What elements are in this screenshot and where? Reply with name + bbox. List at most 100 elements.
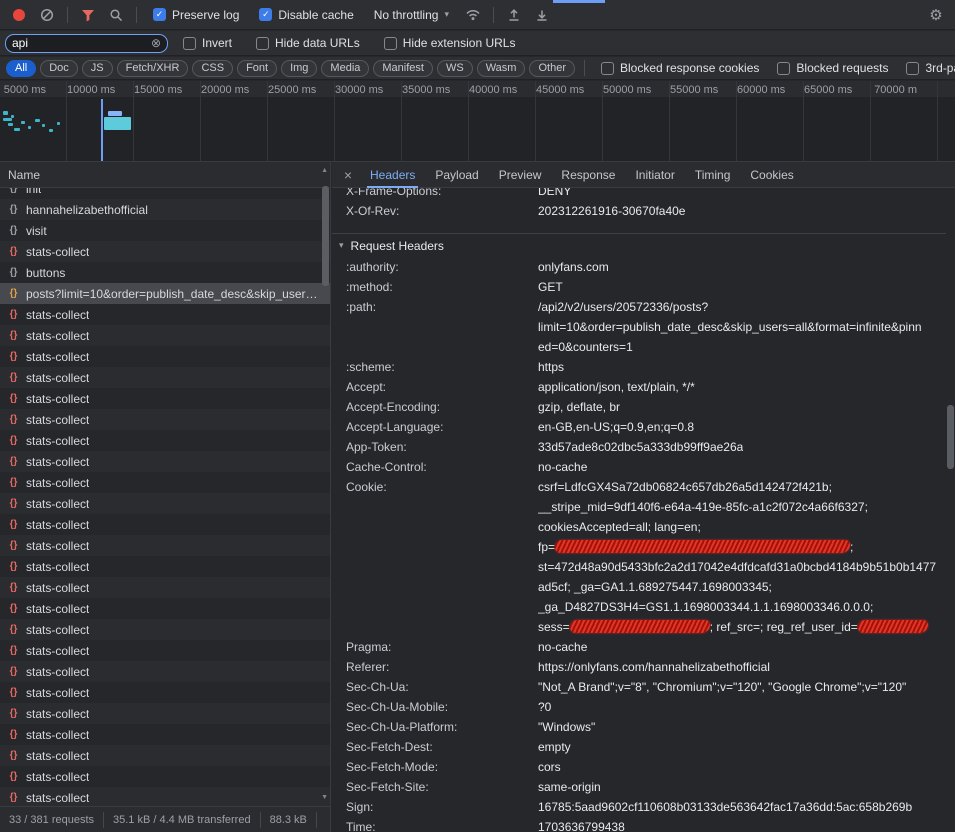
disable-cache-checkbox[interactable]: ✓ Disable cache [259, 8, 353, 22]
request-row[interactable]: {}init [0, 188, 330, 199]
request-name: stats-collect [26, 560, 89, 574]
request-row[interactable]: {}stats-collect [0, 619, 330, 640]
request-row[interactable]: {}hannahelizabethofficial [0, 199, 330, 220]
blocked-response-cookies-checkbox[interactable]: Blocked response cookies [601, 61, 759, 75]
tab-timing[interactable]: Timing [685, 162, 741, 188]
request-row[interactable]: {}stats-collect [0, 535, 330, 556]
tab-payload[interactable]: Payload [425, 162, 488, 188]
request-row[interactable]: {}stats-collect [0, 556, 330, 577]
scroll-down-arrow-icon[interactable]: ▼ [321, 794, 328, 801]
xhr-braces-icon: {} [7, 750, 20, 761]
record-icon [12, 8, 26, 22]
request-list-scrollbar-thumb[interactable] [322, 186, 329, 286]
request-row[interactable]: {}stats-collect [0, 325, 330, 346]
network-conditions-button[interactable] [460, 3, 486, 27]
filter-chip-doc[interactable]: Doc [40, 60, 78, 77]
export-har-button[interactable] [529, 3, 555, 27]
request-row[interactable]: {}stats-collect [0, 703, 330, 724]
close-details-button[interactable]: × [336, 167, 360, 183]
details-scrollbar-thumb[interactable] [947, 405, 954, 469]
request-name: stats-collect [26, 518, 89, 532]
xhr-braces-icon: {} [7, 414, 20, 425]
request-headers-section-header[interactable]: ▾Request Headers [332, 233, 946, 257]
header-value: gzip, deflate, br [538, 397, 620, 417]
filter-chip-media[interactable]: Media [321, 60, 369, 77]
tab-initiator[interactable]: Initiator [625, 162, 684, 188]
request-row[interactable]: {}stats-collect [0, 682, 330, 703]
hide-data-urls-checkbox[interactable]: Hide data URLs [256, 36, 360, 50]
hide-extension-urls-checkbox[interactable]: Hide extension URLs [384, 36, 516, 50]
network-overview-timeline[interactable]: 5000 ms10000 ms15000 ms20000 ms25000 ms3… [0, 81, 955, 162]
header-name: Sec-Fetch-Dest: [346, 737, 538, 757]
header-value: "Not_A Brand";v="8", "Chromium";v="120",… [538, 677, 906, 697]
preserve-log-checkbox[interactable]: ✓ Preserve log [153, 8, 239, 22]
filter-chip-manifest[interactable]: Manifest [373, 60, 433, 77]
filter-chip-css[interactable]: CSS [192, 60, 233, 77]
settings-button[interactable]: ⚙ [923, 3, 949, 27]
toolbar-divider [493, 7, 494, 23]
filter-toggle-button[interactable] [75, 3, 101, 27]
filter-chip-ws[interactable]: WS [437, 60, 473, 77]
header-name: :path: [346, 297, 538, 357]
request-row[interactable]: {}stats-collect [0, 367, 330, 388]
request-row[interactable]: {}visit [0, 220, 330, 241]
record-button[interactable] [6, 3, 32, 27]
search-button[interactable] [103, 3, 129, 27]
invert-checkbox[interactable]: Invert [183, 36, 232, 50]
request-row[interactable]: {}stats-collect [0, 766, 330, 787]
request-row[interactable]: {}stats-collect [0, 577, 330, 598]
name-column-label: Name [8, 168, 40, 182]
filter-chip-other[interactable]: Other [529, 60, 575, 77]
scroll-up-arrow-icon[interactable]: ▲ [321, 167, 328, 174]
filter-chip-wasm[interactable]: Wasm [477, 60, 526, 77]
request-row[interactable]: {}stats-collect [0, 493, 330, 514]
third-party-requests-checkbox[interactable]: 3rd-party requests [906, 61, 955, 75]
filter-chip-img[interactable]: Img [281, 60, 317, 77]
request-row[interactable]: {}stats-collect [0, 346, 330, 367]
request-row[interactable]: {}posts?limit=10&order=publish_date_desc… [0, 283, 330, 304]
header-row: :path:/api2/v2/users/20572336/posts?limi… [332, 297, 946, 357]
header-row: Accept-Language:en-GB,en-US;q=0.9,en;q=0… [332, 417, 946, 437]
disable-cache-label: Disable cache [278, 8, 353, 22]
tab-response[interactable]: Response [551, 162, 625, 188]
xhr-braces-icon: {} [7, 708, 20, 719]
request-name: stats-collect [26, 329, 89, 343]
throttling-select[interactable]: No throttling ▾ [374, 8, 449, 22]
request-name: stats-collect [26, 644, 89, 658]
clear-network-log-button[interactable] [34, 3, 60, 27]
filter-chip-font[interactable]: Font [237, 60, 277, 77]
request-row[interactable]: {}stats-collect [0, 745, 330, 766]
filter-chip-all[interactable]: All [6, 60, 36, 77]
tab-cookies[interactable]: Cookies [740, 162, 803, 188]
header-value: 33d57ade8c02dbc5a333db99ff9ae26a [538, 437, 743, 457]
import-har-button[interactable] [501, 3, 527, 27]
gear-icon: ⚙ [929, 6, 942, 24]
request-row[interactable]: {}stats-collect [0, 472, 330, 493]
clear-filter-icon[interactable]: ⊗ [151, 37, 161, 49]
filter-input[interactable] [12, 36, 147, 50]
blocked-requests-checkbox[interactable]: Blocked requests [777, 61, 888, 75]
request-row[interactable]: {}stats-collect [0, 304, 330, 325]
request-row[interactable]: {}stats-collect [0, 409, 330, 430]
request-row[interactable]: {}stats-collect [0, 388, 330, 409]
filter-chip-fetchxhr[interactable]: Fetch/XHR [117, 60, 189, 77]
request-row[interactable]: {}buttons [0, 262, 330, 283]
request-row[interactable]: {}stats-collect [0, 661, 330, 682]
request-row[interactable]: {}stats-collect [0, 514, 330, 535]
request-row[interactable]: {}stats-collect [0, 724, 330, 745]
name-column-header[interactable]: Name [0, 162, 330, 188]
request-row[interactable]: {}stats-collect [0, 598, 330, 619]
request-row[interactable]: {}stats-collect [0, 430, 330, 451]
tab-preview[interactable]: Preview [489, 162, 552, 188]
request-name: stats-collect [26, 392, 89, 406]
request-row[interactable]: {}stats-collect [0, 241, 330, 262]
request-row[interactable]: {}stats-collect [0, 451, 330, 472]
header-name: Time: [346, 817, 538, 832]
waterfall-bar [104, 117, 131, 130]
request-row[interactable]: {}stats-collect [0, 640, 330, 661]
request-row[interactable]: {}stats-collect [0, 787, 330, 806]
header-name: Accept-Encoding: [346, 397, 538, 417]
request-name: stats-collect [26, 770, 89, 784]
tab-headers[interactable]: Headers [360, 162, 425, 188]
filter-chip-js[interactable]: JS [82, 60, 113, 77]
